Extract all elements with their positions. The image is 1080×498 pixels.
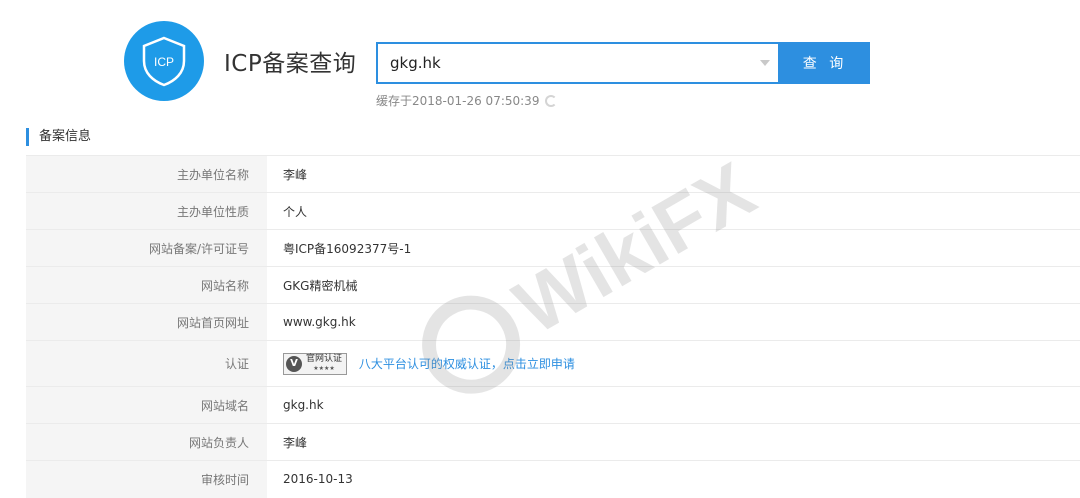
icp-logo: ICP xyxy=(124,21,204,101)
row-label: 网站域名 xyxy=(26,386,267,424)
table-row: 网站名称 GKG精密机械 xyxy=(26,266,1080,304)
badge-stars: ★★★★ xyxy=(313,364,335,372)
row-label: 网站负责人 xyxy=(26,423,267,461)
cache-timestamp: 缓存于2018-01-26 07:50:39 xyxy=(376,94,540,108)
row-label: 主办单位名称 xyxy=(26,155,267,193)
verified-icon: V xyxy=(286,355,302,372)
row-value: www.gkg.hk xyxy=(267,303,1080,341)
row-label: 网站名称 xyxy=(26,266,267,304)
logo-text: ICP xyxy=(154,55,174,69)
official-cert-badge[interactable]: V 官网认证 ★★★★ xyxy=(283,352,348,375)
row-label: 认证 xyxy=(26,340,267,387)
record-info-table: 主办单位名称 李峰 主办单位性质 个人 网站备案/许可证号 粤ICP备16092… xyxy=(26,155,1080,498)
table-row: 网站备案/许可证号 粤ICP备16092377号-1 xyxy=(26,229,1080,267)
row-value: 2016-10-13 xyxy=(267,460,1080,498)
search-box xyxy=(376,42,780,84)
refresh-icon[interactable] xyxy=(545,94,558,107)
shield-icon: ICP xyxy=(142,36,186,87)
table-row: 认证 V 官网认证 ★★★★ 八大平台认可的权威认证，点击立即申请 xyxy=(26,340,1080,387)
row-value: 李峰 xyxy=(267,155,1080,193)
row-label: 主办单位性质 xyxy=(26,192,267,230)
row-label: 网站首页网址 xyxy=(26,303,267,341)
cache-info: 缓存于2018-01-26 07:50:39 xyxy=(376,92,558,109)
chevron-down-icon[interactable] xyxy=(760,60,770,66)
search-input[interactable] xyxy=(378,44,748,82)
search-button[interactable]: 查 询 xyxy=(780,42,870,84)
badge-label: 官网认证 xyxy=(306,353,343,364)
row-value: 个人 xyxy=(267,192,1080,230)
table-row: 网站负责人 李峰 xyxy=(26,423,1080,461)
row-value: 李峰 xyxy=(267,423,1080,461)
row-value: 粤ICP备16092377号-1 xyxy=(267,229,1080,267)
section-title: 备案信息 xyxy=(26,128,91,146)
page-title: ICP备案查询 xyxy=(224,51,357,77)
table-row: 主办单位名称 李峰 xyxy=(26,155,1080,193)
row-label: 审核时间 xyxy=(26,460,267,498)
row-value: gkg.hk xyxy=(267,386,1080,424)
row-label: 网站备案/许可证号 xyxy=(26,229,267,267)
table-row: 网站首页网址 www.gkg.hk xyxy=(26,303,1080,341)
table-row: 主办单位性质 个人 xyxy=(26,192,1080,230)
row-value: GKG精密机械 xyxy=(267,266,1080,304)
certification-cell: V 官网认证 ★★★★ 八大平台认可的权威认证，点击立即申请 xyxy=(267,340,1080,387)
table-row: 审核时间 2016-10-13 xyxy=(26,460,1080,498)
table-row: 网站域名 gkg.hk xyxy=(26,386,1080,424)
certification-apply-link[interactable]: 八大平台认可的权威认证，点击立即申请 xyxy=(359,357,575,371)
